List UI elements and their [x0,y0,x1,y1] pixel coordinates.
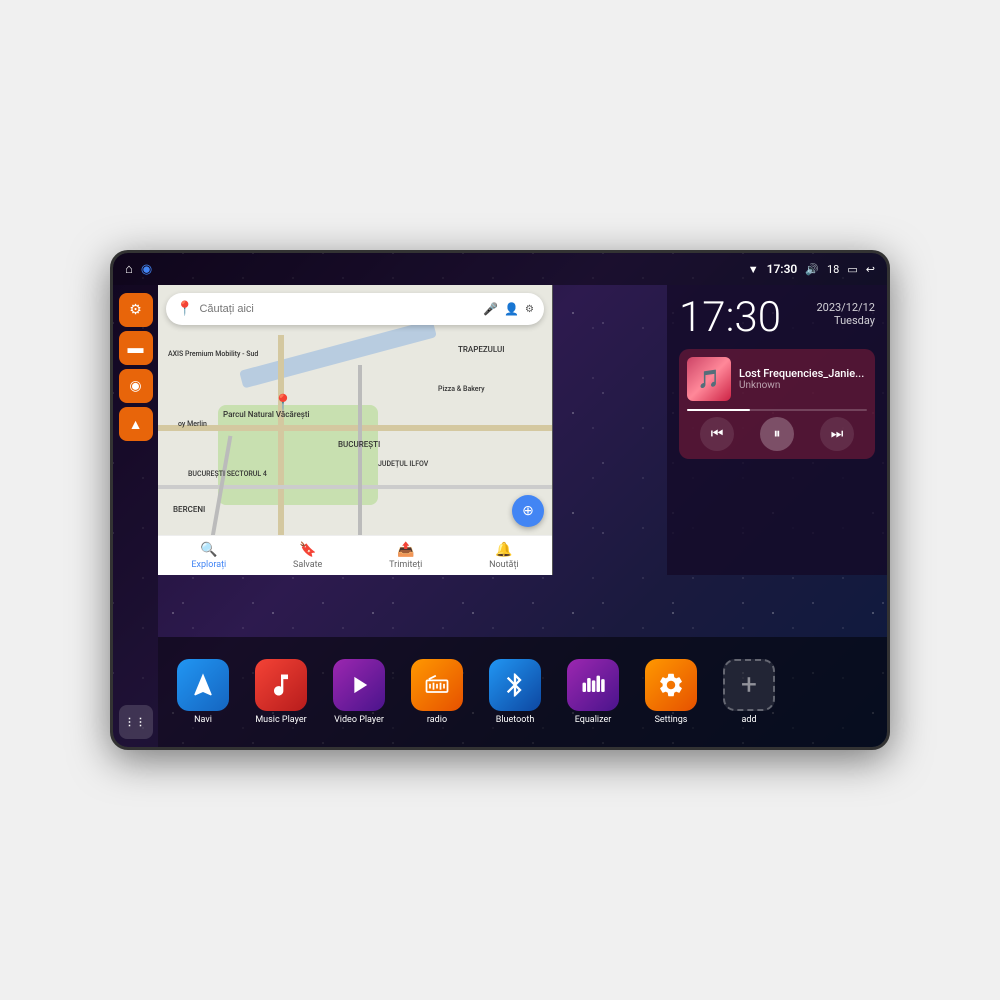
pause-button[interactable]: ⏸ [760,417,794,451]
album-art: 🎵 [687,357,731,401]
map-nav-explore[interactable]: 🔍 Explorați [191,542,226,570]
sidebar-navi-btn[interactable]: ▲ [119,407,153,441]
app-add[interactable]: + add [714,659,784,726]
volume-icon: 🔊 [805,263,819,276]
device: ⌂ ◉ ▼ 17:30 🔊 18 ▭ ↩ ⚙ ▬ ◉ ▲ ⋮⋮ [110,250,890,750]
app-settings[interactable]: Settings [636,659,706,726]
home-icon[interactable]: ⌂ [125,261,133,277]
music-progress-fill [687,409,750,411]
back-icon[interactable]: ↩ [866,263,875,276]
battery-level: 18 [827,263,839,276]
bluetooth-icon [489,659,541,711]
sidebar: ⚙ ▬ ◉ ▲ ⋮⋮ [113,285,158,747]
park-pin: 📍 [273,393,293,412]
screen: ⌂ ◉ ▼ 17:30 🔊 18 ▭ ↩ ⚙ ▬ ◉ ▲ ⋮⋮ [113,253,887,747]
music-player-icon [255,659,307,711]
radio-icon [411,659,463,711]
maps-icon[interactable]: ◉ [141,262,152,277]
equalizer-label: Equalizer [575,715,612,726]
music-controls: ⏮ ⏸ ⏭ [687,417,867,451]
music-artist: Unknown [739,380,867,391]
right-panel: 17:30 2023/12/12 Tuesday 🎵 Lost Frequenc… [667,285,887,575]
settings-icon [645,659,697,711]
prev-button[interactable]: ⏮ [700,417,734,451]
music-progress-bar [687,409,867,411]
app-bluetooth[interactable]: Bluetooth [480,659,550,726]
map-nav-saved[interactable]: 🔖 Salvate [293,542,322,570]
more-icon[interactable]: ⚙ [525,304,534,315]
video-player-icon [333,659,385,711]
clock-widget: 17:30 2023/12/12 Tuesday [679,297,875,339]
add-icon: + [723,659,775,711]
sidebar-files-btn[interactable]: ▬ [119,331,153,365]
music-title: Lost Frequencies_Janie... [739,367,867,380]
equalizer-icon [567,659,619,711]
music-widget: 🎵 Lost Frequencies_Janie... Unknown ⏮ ⏸ … [679,349,875,459]
app-drawer: Navi Music Player Video Player [158,637,887,747]
status-time: 17:30 [767,262,798,276]
map-nav-news[interactable]: 🔔 Noutăți [489,542,519,570]
bluetooth-label: Bluetooth [496,715,535,726]
clock-day: Tuesday [816,314,875,327]
app-radio[interactable]: radio [402,659,472,726]
navi-icon [177,659,229,711]
map-locate-btn[interactable]: ⊕ [512,495,544,527]
google-maps-icon: 📍 [176,301,193,317]
map-search-input[interactable] [199,303,477,315]
account-icon[interactable]: 👤 [504,302,519,316]
map-container[interactable]: Parcul Natural Văcărești BUCUREȘTI BUCUR… [158,285,553,575]
clock-time: 17:30 [679,297,781,339]
app-equalizer[interactable]: Equalizer [558,659,628,726]
app-music-player[interactable]: Music Player [246,659,316,726]
video-player-label: Video Player [334,715,384,726]
sidebar-location-btn[interactable]: ◉ [119,369,153,403]
status-bar: ⌂ ◉ ▼ 17:30 🔊 18 ▭ ↩ [113,253,887,285]
music-player-label: Music Player [255,715,306,726]
clock-date: 2023/12/12 [816,301,875,314]
battery-icon: ▭ [847,263,857,276]
next-button[interactable]: ⏭ [820,417,854,451]
navi-label: Navi [194,715,212,726]
wifi-icon: ▼ [748,263,759,276]
add-label: add [741,715,756,726]
sidebar-settings-btn[interactable]: ⚙ [119,293,153,327]
voice-search-icon[interactable]: 🎤 [483,302,498,316]
sidebar-apps-btn[interactable]: ⋮⋮ [119,705,153,739]
map-search-bar[interactable]: 📍 🎤 👤 ⚙ [166,293,544,325]
radio-label: radio [427,715,447,726]
app-navi[interactable]: Navi [168,659,238,726]
app-video-player[interactable]: Video Player [324,659,394,726]
map-nav-send[interactable]: 📤 Trimiteți [389,542,422,570]
settings-label: Settings [655,715,688,726]
map-bottom-nav: 🔍 Explorați 🔖 Salvate 📤 Trimiteți 🔔 Nout… [158,535,552,575]
